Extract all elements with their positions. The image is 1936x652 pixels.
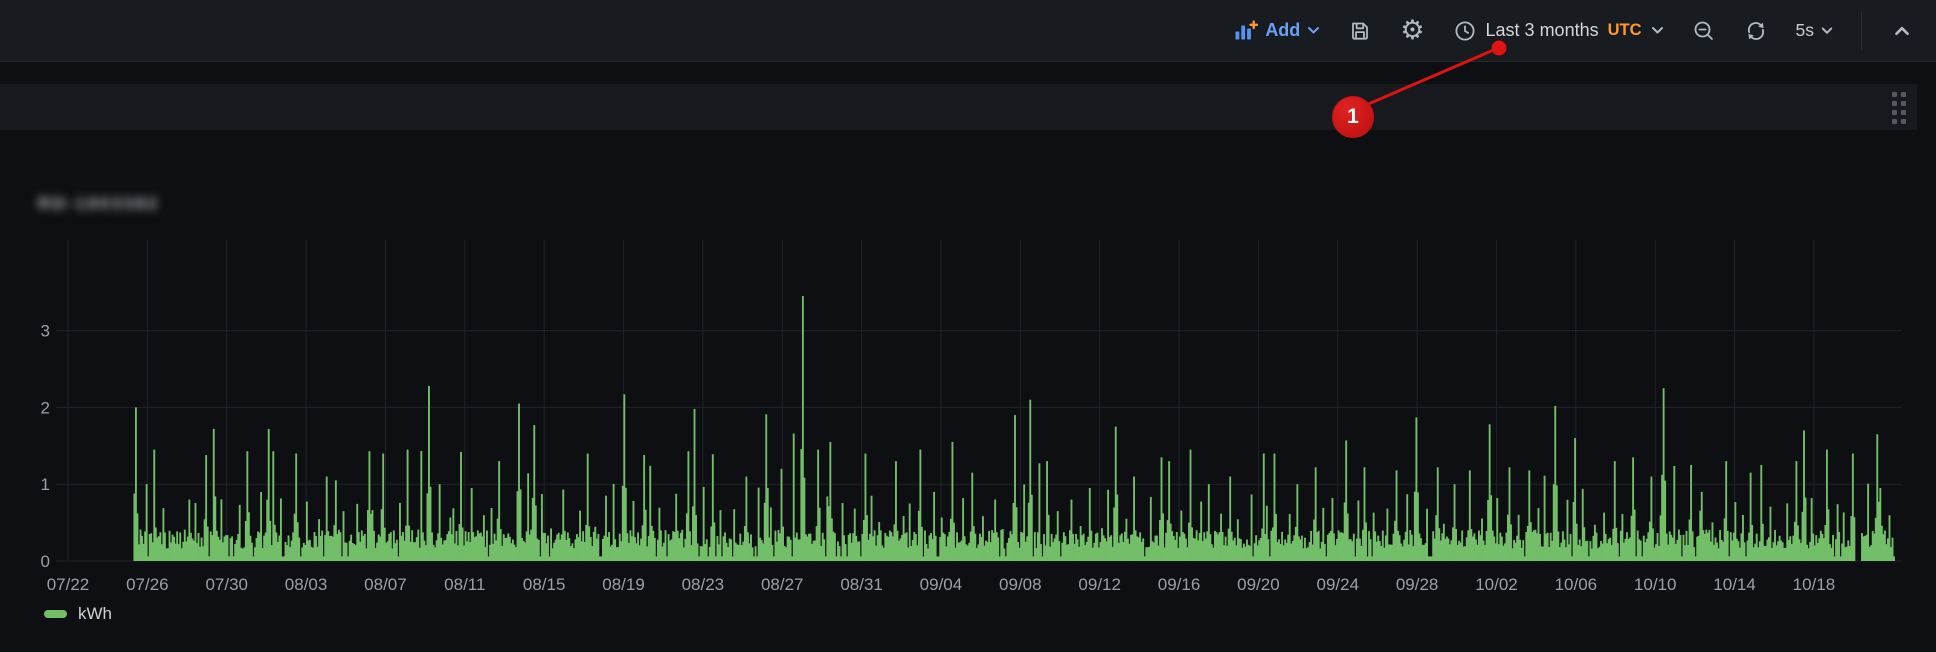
refresh-interval-picker[interactable]: 5s — [1796, 20, 1833, 41]
svg-text:07/30: 07/30 — [205, 575, 248, 594]
svg-text:0: 0 — [41, 552, 50, 571]
svg-text:10/10: 10/10 — [1634, 575, 1677, 594]
save-icon — [1348, 19, 1372, 43]
svg-text:10/02: 10/02 — [1475, 575, 1518, 594]
svg-text:08/15: 08/15 — [523, 575, 566, 594]
add-panel-button[interactable]: Add — [1233, 19, 1320, 43]
time-range-label: Last 3 months — [1486, 20, 1599, 41]
svg-text:08/03: 08/03 — [285, 575, 328, 594]
svg-text:09/24: 09/24 — [1316, 575, 1359, 594]
add-panel-label: Add — [1265, 20, 1300, 41]
clock-icon — [1453, 19, 1477, 43]
callout-badge-label: 1 — [1347, 105, 1359, 129]
legend-item-kwh[interactable]: kWh — [44, 604, 112, 624]
chevron-down-icon — [1651, 26, 1664, 35]
toolbar-divider — [1861, 12, 1862, 50]
svg-text:08/23: 08/23 — [682, 575, 725, 594]
timeseries-chart-plot[interactable]: 0 1 2 3 07/22 07/26 07/30 08/03 08/07 08/11 08/15 0… — [0, 0, 1936, 652]
grafana-dashboard: Add ⚙ Last 3 — [0, 0, 1936, 652]
timezone-label: UTC — [1608, 21, 1642, 40]
svg-text:10/18: 10/18 — [1793, 575, 1836, 594]
collapse-toolbar-button[interactable] — [1890, 19, 1914, 43]
chevron-down-icon — [1307, 26, 1320, 35]
dashboard-settings-button[interactable]: ⚙ — [1400, 17, 1424, 44]
dashboard-toolbar: Add ⚙ Last 3 — [0, 0, 1936, 62]
zoom-out-icon — [1692, 19, 1716, 43]
chevron-down-icon — [1821, 27, 1833, 35]
svg-text:08/07: 08/07 — [364, 575, 407, 594]
refresh-icon — [1744, 19, 1768, 43]
svg-text:08/27: 08/27 — [761, 575, 804, 594]
graph-bar-plus-icon — [1233, 19, 1258, 43]
svg-text:09/12: 09/12 — [1078, 575, 1121, 594]
svg-text:08/31: 08/31 — [840, 575, 883, 594]
svg-text:2: 2 — [41, 398, 50, 417]
svg-text:3: 3 — [41, 322, 50, 341]
time-range-picker[interactable]: Last 3 months UTC — [1453, 19, 1664, 43]
svg-text:09/16: 09/16 — [1158, 575, 1201, 594]
legend-swatch — [44, 610, 67, 618]
svg-text:09/20: 09/20 — [1237, 575, 1280, 594]
svg-text:09/04: 09/04 — [920, 575, 963, 594]
svg-text:1: 1 — [41, 475, 50, 494]
svg-text:09/28: 09/28 — [1396, 575, 1439, 594]
svg-text:09/08: 09/08 — [999, 575, 1042, 594]
svg-text:08/19: 08/19 — [602, 575, 645, 594]
chevron-up-icon — [1890, 19, 1914, 43]
gear-icon: ⚙ — [1400, 17, 1424, 44]
refresh-button[interactable] — [1744, 19, 1768, 43]
svg-text:10/14: 10/14 — [1713, 575, 1756, 594]
svg-text:07/22: 07/22 — [47, 575, 90, 594]
refresh-interval-label: 5s — [1796, 20, 1814, 41]
svg-text:07/26: 07/26 — [126, 575, 169, 594]
svg-text:08/11: 08/11 — [444, 575, 485, 594]
zoom-out-button[interactable] — [1692, 19, 1716, 43]
save-dashboard-button[interactable] — [1348, 19, 1372, 43]
svg-text:10/06: 10/06 — [1555, 575, 1598, 594]
callout-badge-1: 1 — [1332, 96, 1374, 138]
legend-label: kWh — [78, 604, 112, 624]
